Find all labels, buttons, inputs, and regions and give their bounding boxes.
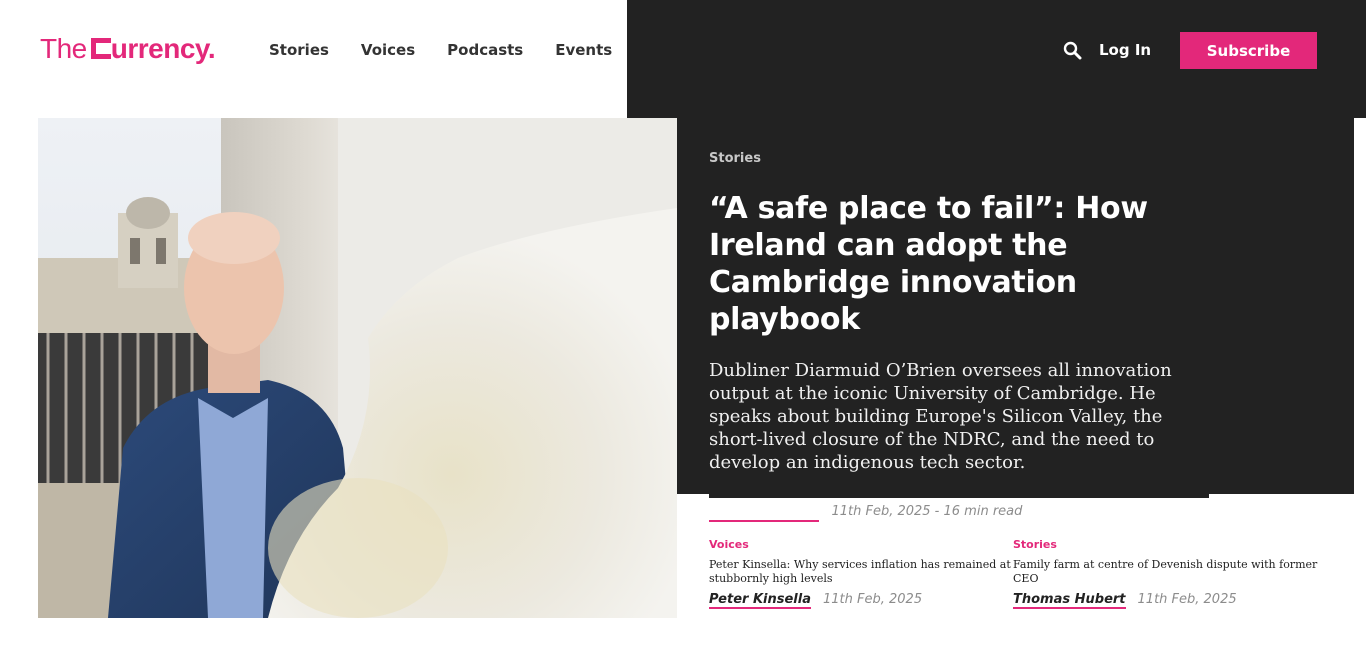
card-byline: Thomas Hubert 11th Feb, 2025 [1013, 592, 1318, 609]
hero-author-link[interactable]: Michael Cogley [709, 504, 820, 522]
hero-divider [709, 494, 1209, 498]
site-logo[interactable]: The urrency. [40, 33, 216, 65]
hero-image[interactable] [38, 118, 677, 618]
hero-byline: Michael Cogley 11th Feb, 2025 - 16 min r… [709, 504, 1214, 522]
card-kicker[interactable]: Stories [1013, 538, 1318, 552]
card-byline: Peter Kinsella 11th Feb, 2025 [709, 592, 1014, 609]
hero-article: Stories “A safe place to fail”: How Irel… [709, 150, 1214, 522]
hero-headline[interactable]: “A safe place to fail”: How Ireland can … [709, 190, 1214, 338]
nav-item-voices[interactable]: Voices [361, 40, 415, 60]
article-card: Stories Family farm at centre of Devenis… [1013, 538, 1318, 609]
search-icon[interactable] [1063, 41, 1082, 60]
logo-the: The [40, 33, 87, 64]
card-date: 11th Feb, 2025 [823, 592, 923, 607]
hero-kicker[interactable]: Stories [709, 150, 1214, 168]
logo-currency: urrency. [110, 33, 216, 64]
subscribe-button[interactable]: Subscribe [1180, 32, 1317, 69]
card-kicker[interactable]: Voices [709, 538, 1014, 552]
article-card: Voices Peter Kinsella: Why services infl… [709, 538, 1014, 609]
card-author-link[interactable]: Peter Kinsella [709, 592, 811, 609]
login-link[interactable]: Log In [1099, 40, 1151, 60]
card-author-link[interactable]: Thomas Hubert [1013, 592, 1126, 609]
main-nav: Stories Voices Podcasts Events [269, 40, 644, 60]
nav-item-podcasts[interactable]: Podcasts [447, 40, 523, 60]
logo-c-mark [90, 38, 111, 59]
card-title[interactable]: Peter Kinsella: Why services inflation h… [709, 558, 1014, 586]
nav-item-stories[interactable]: Stories [269, 40, 329, 60]
card-title[interactable]: Family farm at centre of Devenish disput… [1013, 558, 1318, 586]
hero-meta: 11th Feb, 2025 - 16 min read [831, 504, 1023, 519]
hero-dek: Dubliner Diarmuid O’Brien oversees all i… [709, 360, 1172, 473]
nav-item-events[interactable]: Events [555, 40, 612, 60]
card-date: 11th Feb, 2025 [1137, 592, 1237, 607]
